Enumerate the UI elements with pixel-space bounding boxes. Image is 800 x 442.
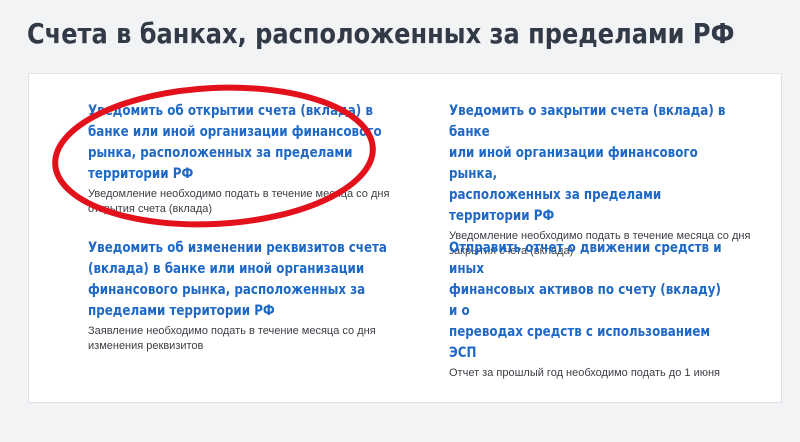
service-item-close-account: Уведомить о закрытии счета (вклада) в ба… [449, 101, 781, 259]
page-title: Счета в банках, расположенных за предела… [27, 17, 735, 50]
open-account-notification-link[interactable]: Уведомить об открытии счета (вклада) в б… [88, 101, 382, 185]
movement-report-link[interactable]: Отправить отчет о движении средств и ины… [449, 238, 731, 364]
service-item-change-details: Уведомить об изменении реквизитов счета … [88, 238, 440, 354]
movement-report-description: Отчет за прошлый год необходимо подать д… [449, 367, 720, 379]
change-details-description: Заявление необходимо подать в течение ме… [88, 325, 376, 352]
open-account-description: Уведомление необходимо подать в течение … [88, 188, 390, 215]
service-item-movement-report: Отправить отчет о движении средств и ины… [449, 238, 781, 381]
close-account-notification-link[interactable]: Уведомить о закрытии счета (вклада) в ба… [449, 101, 731, 227]
change-details-notification-link[interactable]: Уведомить об изменении реквизитов счета … [88, 238, 387, 322]
services-card: Уведомить об открытии счета (вклада) в б… [28, 73, 782, 403]
service-item-open-account: Уведомить об открытии счета (вклада) в б… [88, 101, 433, 217]
